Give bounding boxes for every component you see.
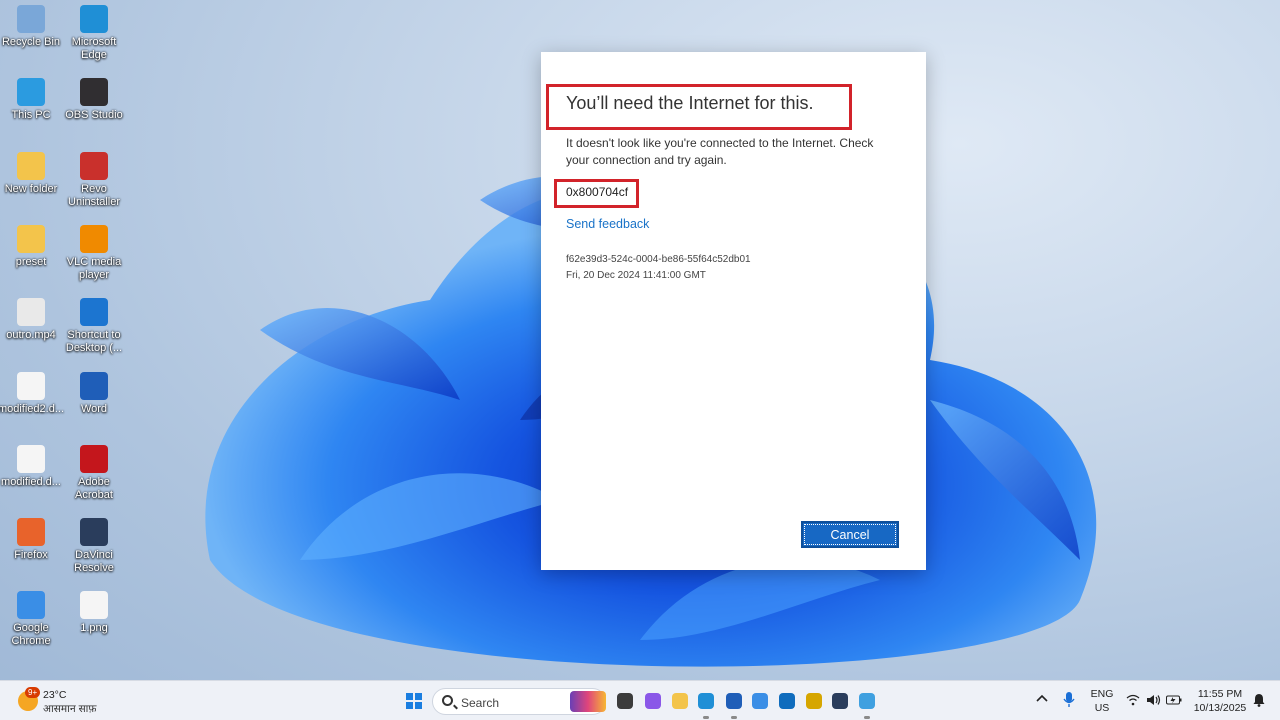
monitor-icon xyxy=(17,78,45,107)
folder-icon xyxy=(17,224,45,253)
sticky-notes-icon[interactable] xyxy=(806,693,822,709)
file-explorer-icon[interactable] xyxy=(672,693,688,709)
notepad-icon[interactable] xyxy=(859,693,875,709)
chrome-icon[interactable] xyxy=(752,693,768,709)
desktop-icon[interactable]: Shortcut to Desktop (... xyxy=(60,298,128,355)
desktop-icon-label: Firefox xyxy=(14,549,48,562)
running-indicator xyxy=(703,716,709,719)
desktop-icon-label: This PC xyxy=(11,109,51,122)
desktop-icon-label: 1.png xyxy=(80,622,108,635)
desktop-icon[interactable]: Recycle Bin xyxy=(0,5,65,49)
davinci-icon xyxy=(80,518,108,547)
correlation-id: f62e39d3-524c-0004-be86-55f64c52db01 xyxy=(566,254,751,265)
desktop-icon[interactable]: Firefox xyxy=(0,518,65,562)
desktop-icon[interactable]: Revo Uninstaller xyxy=(60,151,128,209)
desktop-icon[interactable]: 1.png xyxy=(60,591,128,635)
error-code: 0x800704cf xyxy=(566,185,629,199)
dialog-message: It doesn't look like you're connected to… xyxy=(566,136,874,167)
weather-temperature: 23°C xyxy=(43,689,67,701)
firefox-icon xyxy=(17,518,45,547)
language-indicator[interactable]: ENG US xyxy=(1088,688,1116,714)
clock-time: 11:55 PM xyxy=(1197,688,1243,700)
desktop-icon[interactable]: New folder xyxy=(0,151,65,196)
send-feedback-link[interactable]: Send feedback xyxy=(566,217,649,231)
folder-icon xyxy=(17,151,45,180)
region-code: US xyxy=(1094,702,1110,714)
desktop-icon-label: preset xyxy=(15,255,47,268)
start-icon[interactable] xyxy=(404,691,424,711)
notification-badge: 9+ xyxy=(25,687,41,698)
document-icon xyxy=(17,444,45,473)
running-indicator xyxy=(864,716,870,719)
acrobat-icon xyxy=(80,444,108,473)
desktop-icon[interactable]: DaVinci Resolve xyxy=(60,518,128,575)
desktop-icon[interactable]: OBS Studio xyxy=(60,78,128,122)
desktop-icon-label: Revo Uninstaller xyxy=(68,182,120,208)
desktop-icon-label: Microsoft Edge xyxy=(71,36,117,61)
desktop-icon-label: outro.mp4 xyxy=(6,329,56,342)
chrome-icon xyxy=(17,591,45,620)
clock[interactable]: 11:55 PM 10/13/2025 xyxy=(1188,688,1252,714)
running-indicator xyxy=(731,716,737,719)
desktop-icon[interactable]: Google Chrome xyxy=(0,591,65,648)
microphone-icon[interactable] xyxy=(1063,692,1075,711)
language-code: ENG xyxy=(1090,688,1114,700)
vlc-icon xyxy=(80,224,108,253)
no-internet-dialog: You’ll need the Internet for this. It do… xyxy=(541,52,926,570)
desktop-icon[interactable]: VLC media player xyxy=(60,224,128,282)
desktop-icon-label: New folder xyxy=(4,182,58,195)
weather-widget[interactable]: 9+ 23°C आसमान साफ़ xyxy=(14,686,124,716)
taskbar-search[interactable]: Search xyxy=(432,688,606,715)
clock-date: 10/13/2025 xyxy=(1193,702,1247,714)
desktop-icon[interactable]: outro.mp4 xyxy=(0,298,65,342)
desktop-icon-label: Adobe Acrobat xyxy=(75,475,113,501)
desktop-icon[interactable]: Word xyxy=(60,371,128,416)
desktop-icon-label: DaVinci Resolve xyxy=(74,549,114,575)
task-view-icon[interactable] xyxy=(617,693,633,709)
diagnostic-info: f62e39d3-524c-0004-be86-55f64c52db01 Fri… xyxy=(566,252,751,284)
volume-icon[interactable] xyxy=(1146,694,1162,709)
battery-icon[interactable] xyxy=(1166,694,1182,709)
outlook-icon[interactable] xyxy=(779,693,795,709)
notification-bell-icon[interactable] xyxy=(1253,693,1265,710)
overflow-chevron-icon[interactable] xyxy=(1036,693,1048,706)
weather-description: आसमान साफ़ xyxy=(43,703,97,715)
desktop-icon[interactable]: modified.d... xyxy=(0,444,65,489)
desktop-icon[interactable]: Microsoft Edge xyxy=(60,5,128,62)
edge-icon xyxy=(80,5,108,33)
desktop-icon-label: Shortcut to Desktop (... xyxy=(65,329,123,355)
desktop-icon-label: Google Chrome xyxy=(11,622,51,648)
document-icon xyxy=(17,371,45,400)
desktop-icon-label: Recycle Bin xyxy=(1,36,61,48)
taskbar: 9+ 23°C आसमान साफ़ Search ENG US 11:55 P… xyxy=(0,680,1280,720)
desktop-icon[interactable]: preset xyxy=(0,224,65,269)
desktop-icon-label: VLC media player xyxy=(66,255,122,281)
desktop-icon-label: modified.d... xyxy=(1,475,61,488)
word-icon[interactable] xyxy=(726,693,742,709)
edge-icon[interactable] xyxy=(698,693,714,709)
desktop-icon[interactable]: modified2.d... xyxy=(0,371,65,416)
search-label: Search xyxy=(461,696,500,710)
copilot-icon[interactable] xyxy=(645,693,661,709)
error-timestamp: Fri, 20 Dec 2024 11:41:00 GMT xyxy=(566,270,706,281)
desktop-icon[interactable]: Adobe Acrobat xyxy=(60,444,128,502)
revo-uninstaller-icon xyxy=(80,151,108,180)
obs-icon xyxy=(80,78,108,107)
onedrive-icon xyxy=(80,298,108,327)
cancel-button[interactable]: Cancel xyxy=(801,521,899,548)
desktop-icon[interactable]: This PC xyxy=(0,78,65,122)
dialog-title: You’ll need the Internet for this. xyxy=(566,93,814,113)
davinci-icon[interactable] xyxy=(832,693,848,709)
image-file-icon xyxy=(80,591,108,620)
word-icon xyxy=(80,371,108,400)
recycle-bin-icon xyxy=(17,5,45,33)
video-file-icon xyxy=(17,298,45,327)
search-highlight-art-icon xyxy=(570,691,606,712)
wifi-icon[interactable] xyxy=(1126,694,1140,709)
search-icon xyxy=(442,695,453,706)
desktop-icon-label: modified2.d... xyxy=(0,402,65,415)
desktop-icon-label: Word xyxy=(80,402,108,415)
desktop-icon-label: OBS Studio xyxy=(65,109,123,122)
